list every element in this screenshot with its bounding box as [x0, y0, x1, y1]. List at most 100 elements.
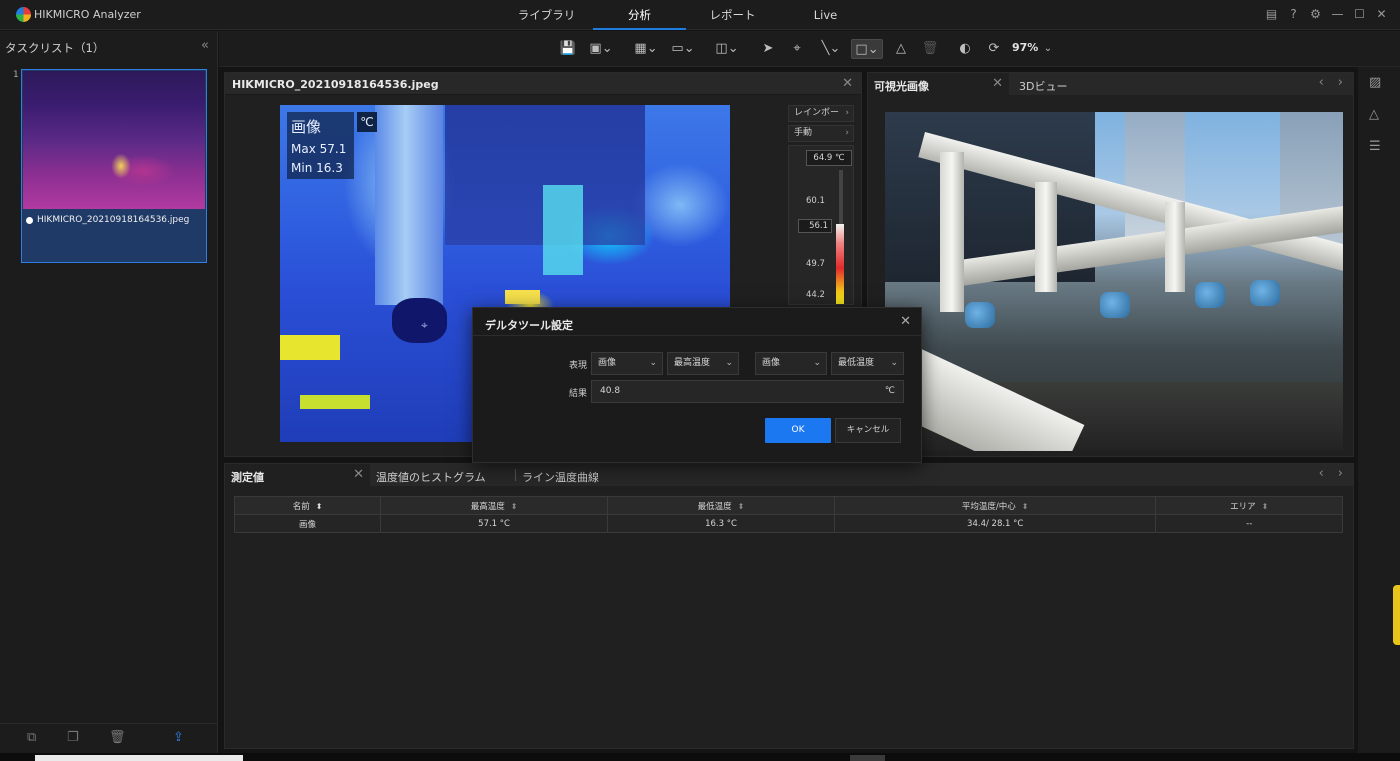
save-as-icon[interactable]: ▣⌄: [587, 39, 615, 59]
select-metric-1[interactable]: 最高温度 ⌄: [667, 352, 739, 375]
select-metric-2[interactable]: 最低温度 ⌄: [831, 352, 904, 375]
measurement-tabs: 測定値 ✕ 温度値のヒストグラム ライン温度曲線 ‹ ›: [225, 464, 1353, 486]
table-row[interactable]: 画像 57.1 °C 16.3 °C 34.4/ 28.1 °C --: [233, 514, 1343, 533]
save-icon[interactable]: 💾: [559, 39, 577, 59]
crosshair-icon[interactable]: ⌖: [421, 319, 433, 331]
cancel-button[interactable]: キャンセル: [835, 418, 901, 443]
task-list-sidebar: タスクリスト（1） « 1 HIKMICRO_20210918164536.jp…: [0, 31, 218, 753]
tab-separator: [515, 469, 516, 481]
tab-line-curve[interactable]: ライン温度曲線: [522, 469, 599, 485]
maximize-icon[interactable]: ☐: [1353, 6, 1366, 22]
column-header-area[interactable]: エリア ⬍: [1155, 496, 1343, 515]
delta-tool-dialog: デルタツール設定 ✕ 表現 画像 ⌄ 最高温度 ⌄ 画像 ⌄ 最低温度 ⌄ 結果 40.…: [472, 307, 922, 463]
scale-max-input[interactable]: 64.9 ℃: [806, 150, 852, 166]
tab-analysis[interactable]: 分析: [593, 0, 686, 30]
thermal-region: [375, 105, 443, 305]
measurement-panel: 測定値 ✕ 温度値のヒストグラム ライン温度曲線 ‹ › 名前 ⬍ 最高温度 ⬍ 最…: [224, 463, 1354, 749]
ok-button[interactable]: OK: [765, 418, 831, 443]
color-bar[interactable]: [836, 224, 844, 304]
zoom-dropdown-icon[interactable]: ⌄: [1042, 39, 1054, 59]
palette-label: レインボー: [794, 108, 840, 118]
sort-icon[interactable]: ⬍: [738, 502, 745, 511]
thumbnail-caption: HIKMICRO_20210918164536.jpeg: [26, 215, 189, 225]
minimize-icon[interactable]: —: [1331, 6, 1344, 22]
result-label: 結果: [569, 389, 588, 399]
palette-select[interactable]: レインボー ›: [788, 105, 854, 122]
image-icon[interactable]: ▨: [1369, 75, 1381, 90]
close-tab-icon[interactable]: ✕: [992, 76, 1003, 91]
image-fusion-icon[interactable]: ◫⌄: [713, 39, 741, 59]
task-index: 1: [13, 70, 19, 80]
notes-icon[interactable]: ▤: [1265, 6, 1278, 22]
column-header-label: 最高温度: [470, 501, 505, 512]
dialog-close-icon[interactable]: ✕: [900, 314, 911, 329]
gear-icon[interactable]: ⚙: [1309, 6, 1322, 22]
chevron-left-icon[interactable]: ‹: [1319, 75, 1324, 90]
sidebar-footer: ⧉ ❐ 🗑 ⇪: [0, 723, 218, 753]
chevron-left-icon[interactable]: ‹: [1319, 466, 1324, 481]
point-tool-icon[interactable]: ⌖: [788, 39, 806, 59]
sort-icon[interactable]: ⬍: [1022, 502, 1029, 511]
task-thumbnail-card[interactable]: HIKMICRO_20210918164536.jpeg: [21, 69, 207, 263]
taskbar-item[interactable]: [850, 755, 885, 761]
rectangle-tool-icon[interactable]: □⌄: [851, 39, 883, 59]
column-header-label: 名前: [292, 501, 310, 512]
tab-live[interactable]: Live: [779, 0, 872, 30]
overlay-unit: ℃: [357, 112, 377, 132]
column-header-min[interactable]: 最低温度 ⬍: [607, 496, 835, 515]
window-mode-icon[interactable]: ▭⌄: [669, 39, 697, 59]
tab-3d-view[interactable]: 3Dビュー: [1019, 78, 1067, 94]
column-header-max[interactable]: 最高温度 ⬍: [380, 496, 609, 515]
line-tool-icon[interactable]: ╲⌄: [817, 39, 845, 59]
import-icon[interactable]: ⧉: [27, 730, 36, 745]
trash-icon[interactable]: 🗑: [109, 730, 126, 745]
export-icon[interactable]: ⇪: [173, 730, 184, 745]
result-field[interactable]: 40.8 ℃: [591, 380, 904, 403]
tab-library[interactable]: ライブラリ: [500, 0, 593, 30]
column-header-name[interactable]: 名前 ⬍: [233, 496, 382, 515]
contrast-icon[interactable]: ◐: [956, 39, 974, 59]
batch-icon[interactable]: ❐: [67, 730, 79, 745]
image-tab[interactable]: HIKMICRO_20210918164536.jpeg ✕: [225, 73, 861, 95]
sort-icon[interactable]: ⬍: [316, 502, 323, 511]
help-icon[interactable]: ?: [1287, 6, 1300, 22]
chevron-down-icon: ⌄: [890, 358, 898, 368]
select-target-1[interactable]: 画像 ⌄: [591, 352, 663, 375]
tab-measurements[interactable]: 測定値 ✕: [225, 464, 370, 486]
warning-icon[interactable]: △: [1369, 107, 1379, 122]
tab-visible-image[interactable]: 可視光画像 ✕: [868, 73, 1009, 95]
chevron-right-icon[interactable]: ›: [1338, 466, 1343, 481]
photo-element: [1250, 280, 1280, 306]
layout-grid-icon[interactable]: ▦⌄: [632, 39, 660, 59]
edge-decoration: [1393, 585, 1400, 645]
app-logo-icon: [16, 7, 31, 22]
scale-current-value[interactable]: 56.1: [798, 219, 832, 233]
collapse-sidebar-icon[interactable]: «: [201, 38, 209, 53]
tab-report[interactable]: レポート: [686, 0, 779, 30]
mode-select[interactable]: 手動 ›: [788, 125, 854, 142]
list-icon[interactable]: ☰: [1369, 139, 1381, 154]
close-icon[interactable]: ✕: [1375, 6, 1388, 22]
visible-tabs: 可視光画像 ✕ 3Dビュー ‹ ›: [868, 73, 1353, 95]
measurement-table: 名前 ⬍ 最高温度 ⬍ 最低温度 ⬍ 平均温度/中心 ⬍ エリア ⬍ 画像 57.1 °C…: [233, 496, 1343, 533]
chevron-right-icon[interactable]: ›: [1338, 75, 1343, 90]
window-controls: ▤ ? ⚙ — ☐ ✕: [1265, 6, 1388, 22]
tab-histogram[interactable]: 温度値のヒストグラム: [376, 469, 486, 485]
select-target-2[interactable]: 画像 ⌄: [755, 352, 827, 375]
photo-element: [940, 152, 964, 312]
thermal-thumbnail: [23, 71, 205, 209]
column-header-avg[interactable]: 平均温度/中心 ⬍: [833, 496, 1157, 515]
photo-element: [965, 302, 995, 328]
measurements-tab-label: 測定値: [231, 471, 264, 484]
sort-icon[interactable]: ⬍: [511, 502, 518, 511]
close-tab-icon[interactable]: ✕: [842, 76, 853, 91]
delete-tool-icon[interactable]: 🗑: [921, 39, 939, 59]
pointer-tool-icon[interactable]: ➤: [759, 39, 777, 59]
main-tabs: ライブラリ 分析 レポート Live: [500, 0, 872, 30]
delta-tool-icon[interactable]: △: [892, 39, 910, 59]
close-tab-icon[interactable]: ✕: [353, 467, 364, 482]
taskbar-item[interactable]: [35, 755, 243, 761]
sort-icon[interactable]: ⬍: [1262, 502, 1269, 511]
rotate-90-icon[interactable]: ⟳: [985, 39, 1003, 59]
cell-max: 57.1 °C: [380, 514, 609, 533]
